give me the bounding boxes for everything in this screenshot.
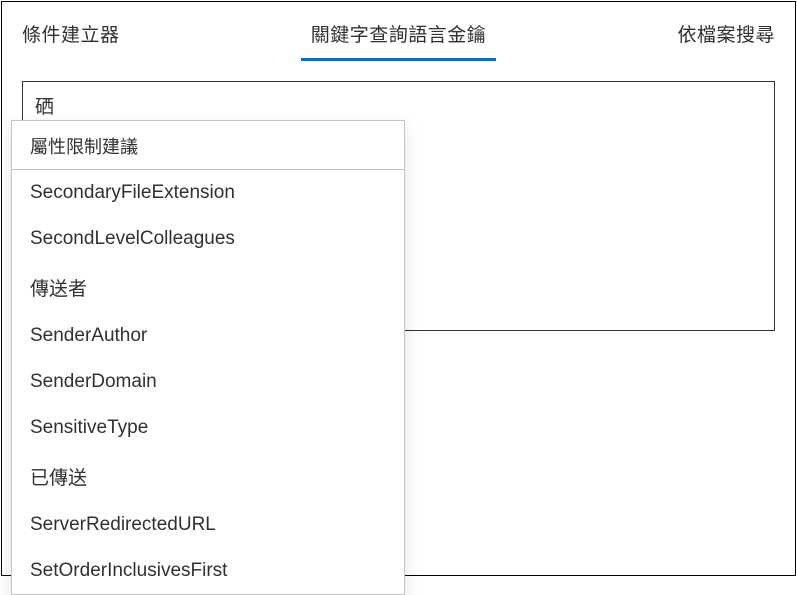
suggestion-item[interactable]: SecondaryFileExtension xyxy=(12,170,404,216)
suggestion-item[interactable]: SensitiveType xyxy=(12,405,404,451)
suggestions-dropdown: 屬性限制建議 SecondaryFileExtension SecondLeve… xyxy=(11,120,405,595)
app-container: 條件建立器 關鍵字查詢語言金鑰 依檔案搜尋 屬性限制建議 SecondaryFi… xyxy=(1,1,796,576)
tab-kql-hint[interactable]: 關鍵字查詢語言金鑰 xyxy=(301,20,497,61)
suggestion-item[interactable]: 傳送者 xyxy=(12,262,404,313)
suggestion-item[interactable]: SenderDomain xyxy=(12,359,404,405)
suggestions-header: 屬性限制建議 xyxy=(12,121,404,170)
suggestion-item[interactable]: SetOrderInclusivesFirst xyxy=(12,548,404,594)
tab-bar: 條件建立器 關鍵字查詢語言金鑰 依檔案搜尋 xyxy=(2,2,795,61)
suggestion-item[interactable]: SecondLevelColleagues xyxy=(12,216,404,262)
suggestions-list: SecondaryFileExtension SecondLevelCollea… xyxy=(12,170,404,594)
tab-condition-builder[interactable]: 條件建立器 xyxy=(12,20,130,61)
suggestion-item[interactable]: SenderAuthor xyxy=(12,313,404,359)
suggestion-item[interactable]: 已傳送 xyxy=(12,451,404,502)
suggestion-item[interactable]: ServerRedirectedURL xyxy=(12,502,404,548)
tab-search-by-file[interactable]: 依檔案搜尋 xyxy=(667,20,785,61)
